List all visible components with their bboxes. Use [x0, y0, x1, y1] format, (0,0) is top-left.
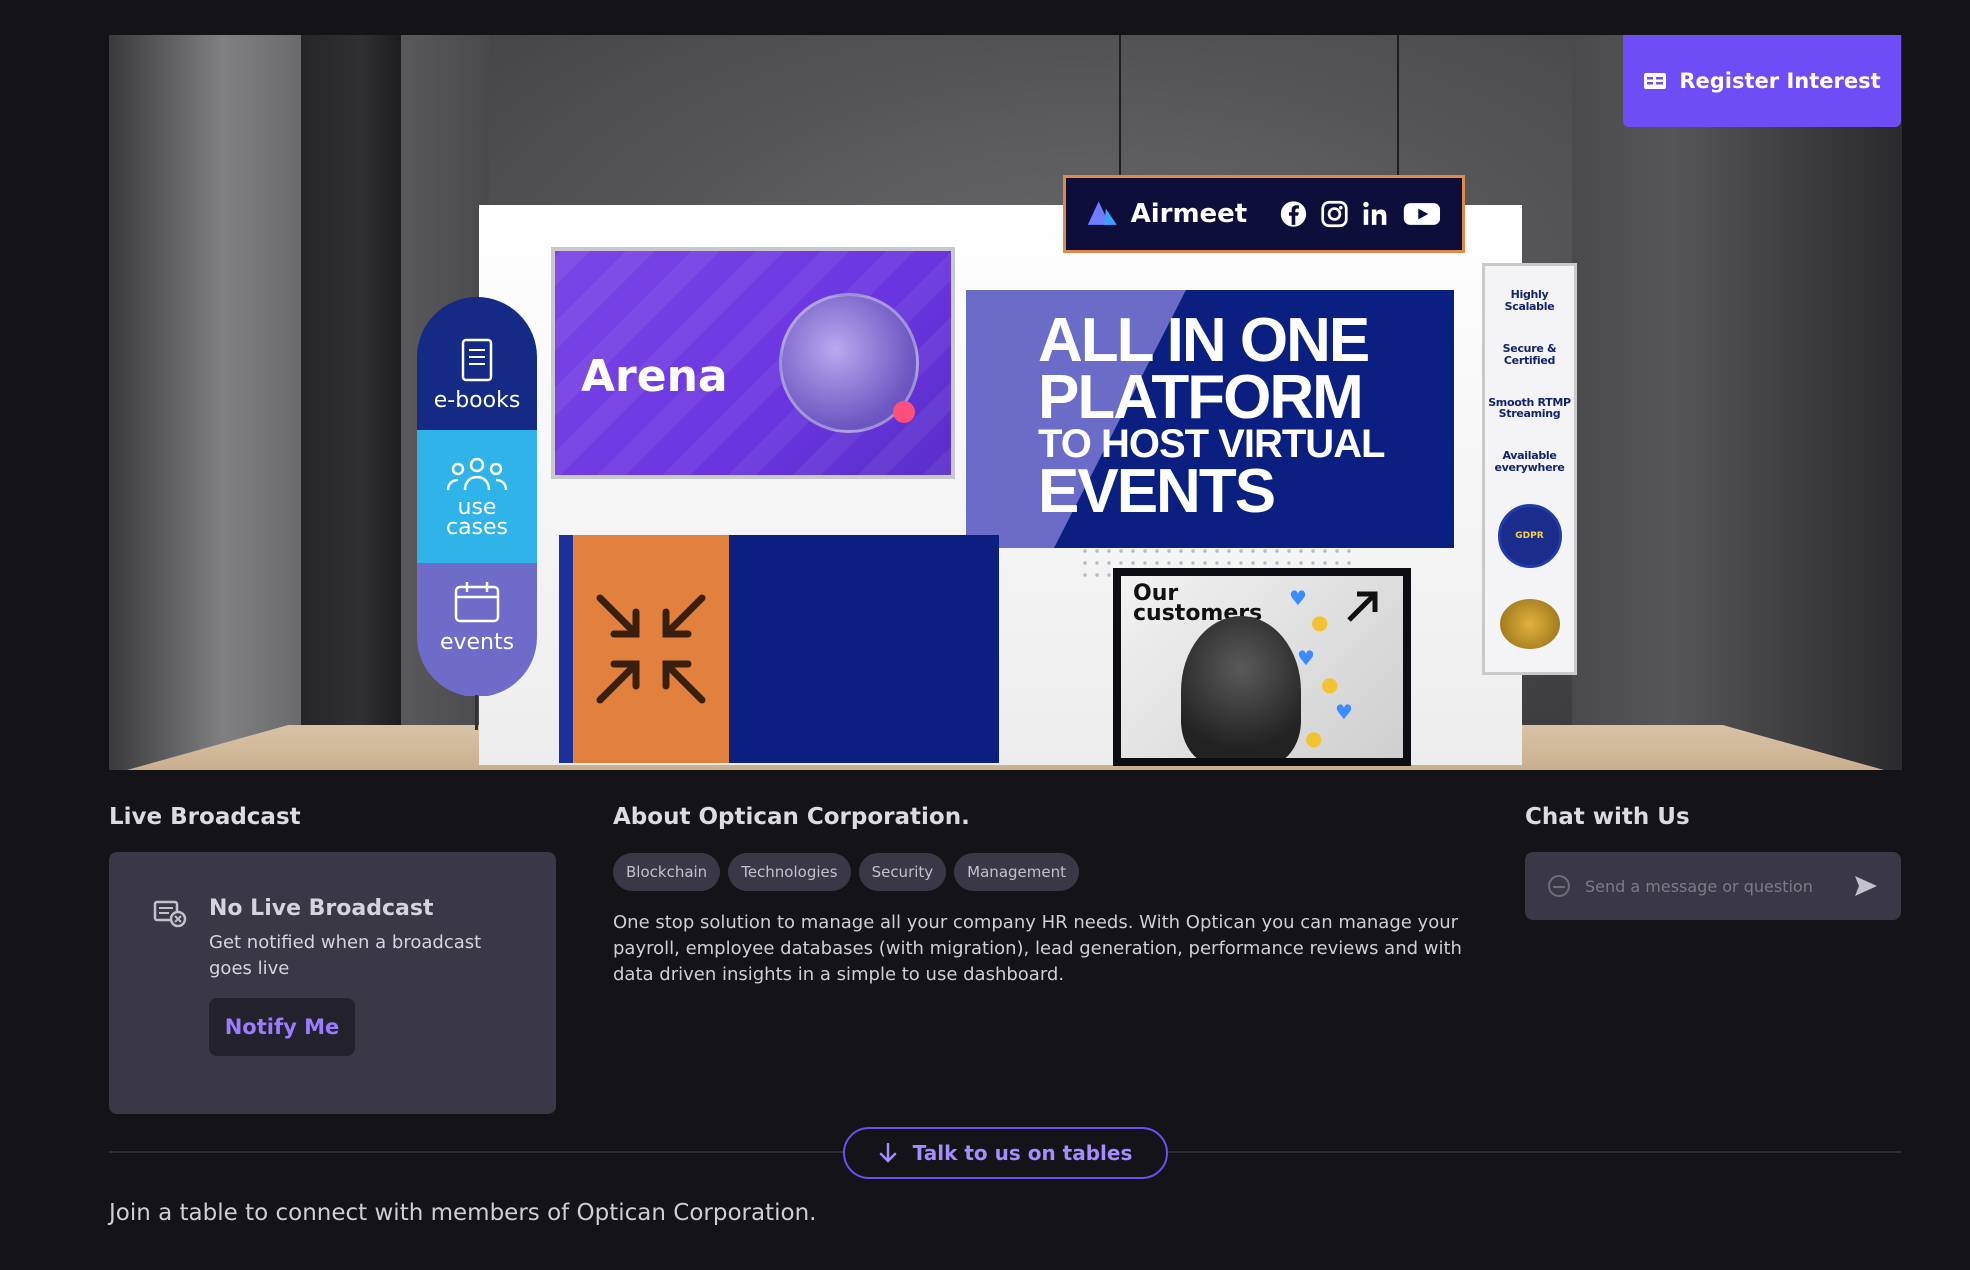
calendar-icon — [454, 582, 500, 623]
banner-events[interactable]: events — [417, 563, 537, 696]
people-icon — [446, 457, 508, 490]
feature-item: Available everywhere — [1494, 449, 1565, 474]
platform-line-2: PLATFORM — [1038, 363, 1364, 433]
arrow-up-right-icon — [1347, 591, 1378, 622]
sign-wire — [1119, 35, 1121, 180]
feature-item: Secure & Certified — [1502, 341, 1557, 367]
no-broadcast-title: No Live Broadcast — [209, 896, 434, 921]
tag-blockchain[interactable]: Blockchain — [613, 853, 721, 891]
certification-badge-icon — [1499, 598, 1560, 649]
heart-icon: ♥ — [1297, 646, 1315, 670]
linkedin-icon[interactable] — [1361, 198, 1390, 230]
book-icon — [461, 338, 493, 382]
emoji-icon: ● — [1305, 726, 1323, 750]
banner-pole — [475, 695, 478, 730]
about-tags: Blockchain Technologies Security Managem… — [613, 853, 1079, 891]
register-interest-label: Register Interest — [1679, 69, 1881, 93]
feature-item: Highly Scalable — [1504, 288, 1555, 313]
banner-use-cases[interactable]: use cases — [417, 430, 537, 563]
youtube-icon[interactable] — [1402, 198, 1442, 230]
heart-icon: ♥ — [1289, 586, 1307, 610]
emoji-icon: ● — [1311, 610, 1329, 634]
airmeet-logo-icon — [1087, 201, 1117, 225]
arena-video-screen[interactable]: Arena — [551, 247, 955, 479]
register-interest-button[interactable]: Register Interest — [1623, 35, 1901, 127]
pillar — [301, 35, 401, 770]
platform-line-4: EVENTS — [1038, 456, 1276, 526]
resource-banner: e-books use cases events — [417, 297, 537, 697]
booth-desk — [559, 535, 999, 763]
tag-security[interactable]: Security — [858, 853, 947, 891]
customer-photo — [1181, 616, 1301, 758]
gdpr-badge: GDPR — [1497, 504, 1562, 569]
desk-front — [729, 535, 999, 763]
about-description: One stop solution to manage all your com… — [613, 912, 1462, 986]
emoji-icon: ● — [1321, 672, 1339, 696]
feature-column: Highly Scalable Secure & Certified Smoot… — [1482, 263, 1577, 675]
about-title: About Optican Corporation. — [613, 804, 970, 830]
id-card-icon — [1644, 73, 1667, 89]
heart-icon: ♥ — [1335, 700, 1353, 724]
airmeet-sign[interactable]: Airmeet — [1063, 175, 1465, 253]
desk-logo-panel — [559, 535, 729, 763]
banner-ebooks[interactable]: e-books — [417, 297, 537, 430]
arrow-down-icon — [879, 1143, 896, 1163]
customers-screen[interactable]: Our customers ♥ ● ♥ ● ♥ ● — [1113, 568, 1411, 766]
sign-wire — [1397, 35, 1399, 180]
arena-title: Arena — [581, 351, 728, 402]
join-table-text: Join a table to connect with members of … — [109, 1200, 817, 1226]
broadcast-off-icon — [153, 900, 187, 928]
platform-banner: ALL IN ONE PLATFORM TO HOST VIRTUAL EVEN… — [966, 290, 1454, 548]
chat-box — [1525, 852, 1901, 920]
tag-management[interactable]: Management — [954, 853, 1079, 891]
arena-live-dot-icon — [893, 401, 915, 423]
tag-technologies[interactable]: Technologies — [728, 853, 851, 891]
instagram-icon[interactable] — [1320, 198, 1349, 230]
notify-me-button[interactable]: Notify Me — [209, 998, 355, 1056]
right-wall — [1572, 35, 1902, 770]
live-broadcast-card: No Live Broadcast Get notified when a br… — [109, 852, 556, 1114]
banner-use-cases-label: use cases — [445, 494, 509, 540]
talk-on-tables-button[interactable]: Talk to us on tables — [843, 1127, 1168, 1179]
banner-events-label: events — [439, 630, 515, 655]
compress-arrows-icon — [596, 594, 706, 704]
airmeet-brand-label: Airmeet — [1130, 199, 1248, 229]
customers-image: Our customers ♥ ● ♥ ● ♥ ● — [1121, 576, 1403, 758]
banner-ebooks-label: e-books — [433, 388, 521, 413]
platform-text: ALL IN ONE PLATFORM TO HOST VIRTUAL EVEN… — [1038, 306, 1385, 526]
talk-on-tables-label: Talk to us on tables — [912, 1141, 1133, 1165]
platform-line-1: ALL IN ONE — [1038, 306, 1370, 375]
chat-message-input[interactable] — [1585, 876, 1839, 896]
gdpr-label: GDPR — [1515, 531, 1544, 542]
facebook-icon[interactable] — [1279, 198, 1308, 230]
no-broadcast-subtitle: Get notified when a broadcast goes live — [209, 932, 482, 980]
feature-item: Smooth RTMP Streaming — [1488, 395, 1571, 421]
emoji-picker-icon[interactable] — [1547, 874, 1571, 898]
booth-stage: Airmeet e-books use cases events Arena A… — [109, 35, 1902, 770]
chat-title: Chat with Us — [1525, 804, 1690, 830]
send-icon[interactable] — [1853, 874, 1879, 898]
live-broadcast-title: Live Broadcast — [109, 804, 301, 830]
